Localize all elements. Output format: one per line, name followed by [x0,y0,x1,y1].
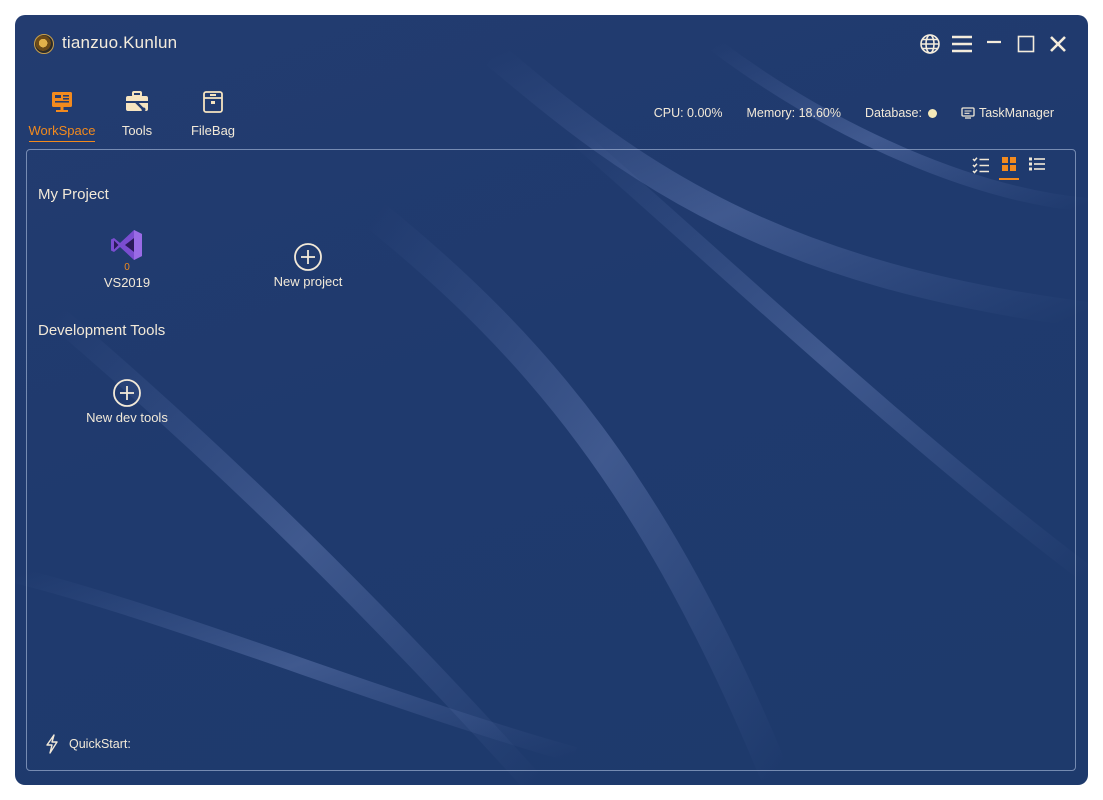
my-project-heading: My Project [38,186,109,203]
app-window: tianzuo.Kunlun WorkSpace Tools FileBag C… [15,15,1088,785]
add-icon [113,379,141,407]
add-icon [294,243,322,271]
nav-label: FileBag [190,123,236,138]
project-count: 0 [124,262,130,273]
workspace-icon [49,89,75,115]
system-status: CPU: 0.00% Memory: 18.60% Database: Task… [630,106,1054,120]
nav-filebag[interactable]: FileBag [175,85,251,143]
lightning-icon [45,734,59,754]
close-icon[interactable] [1046,32,1070,56]
quickstart-bar[interactable]: QuickStart: [45,734,131,754]
list-view-button[interactable] [1027,156,1047,178]
task-manager-icon [961,107,975,119]
maximize-icon[interactable] [1014,32,1038,56]
nav-label: WorkSpace [28,123,96,138]
new-project-button[interactable]: New project [253,242,363,289]
title-bar: tianzuo.Kunlun [15,15,1088,73]
memory-usage: Memory: 18.60% [746,106,841,120]
checklist-view-icon [972,157,989,174]
development-tools-heading: Development Tools [38,322,166,339]
globe-icon[interactable] [918,32,942,56]
checklist-view-button[interactable] [971,156,991,178]
workspace-panel: My Project 0 VS2019 New project Developm… [26,149,1076,771]
new-dev-tools-button[interactable]: New dev tools [72,378,182,425]
task-manager-label: TaskManager [978,106,1054,120]
grid-view-button[interactable] [999,156,1019,180]
toolbox-icon [124,89,150,115]
main-nav: WorkSpace Tools FileBag [25,85,251,145]
filebag-icon [200,89,226,115]
project-label: VS2019 [103,275,151,290]
view-mode-switch [971,156,1047,180]
menu-icon[interactable] [950,32,974,56]
minimize-icon[interactable] [982,32,1006,56]
app-logo-icon [34,34,54,54]
app-title: tianzuo.Kunlun [62,33,178,52]
database-status: Database: [865,106,937,120]
list-view-icon [1029,157,1045,171]
quickstart-label: QuickStart: [69,737,131,751]
database-label: Database: [864,106,922,120]
nav-label: Tools [121,123,153,138]
visual-studio-icon [111,230,142,260]
cpu-usage: CPU: 0.00% [653,106,723,120]
grid-view-icon [1002,157,1016,171]
nav-workspace[interactable]: WorkSpace [25,85,99,143]
nav-tools[interactable]: Tools [99,85,175,143]
task-manager-button[interactable]: TaskManager [961,106,1054,120]
database-indicator-icon [927,108,937,118]
new-dev-tools-label: New dev tools [86,410,168,425]
new-project-label: New project [273,274,343,289]
window-controls [918,31,1070,57]
project-item-vs2019[interactable]: 0 VS2019 [72,228,182,290]
